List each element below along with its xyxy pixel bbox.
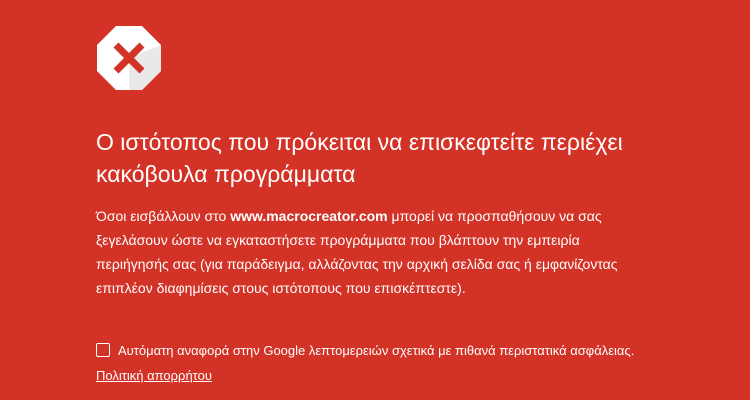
explanation-line-1-end: μπορεί να προσπαθήσουν να σας — [387, 208, 602, 224]
malicious-site-name: www.macrocreator.com — [230, 208, 388, 224]
warning-explanation: Όσοι εισβάλλουν στο www.macrocreator.com… — [96, 204, 716, 300]
report-row: Αυτόματη αναφορά στην Google λεπτομερειώ… — [96, 340, 634, 360]
explanation-line-1-start: Όσοι εισβάλλουν στο — [96, 208, 231, 224]
danger-x-icon — [96, 25, 162, 91]
explanation-line-4: επιπλέον διαφημίσεις στους ιστότοπους πο… — [96, 280, 466, 296]
report-checkbox[interactable] — [96, 343, 110, 357]
page-title-line-2: κακόβουλα προγράμματα — [96, 161, 356, 187]
explanation-line-3: περιήγησής σας (για παράδειγμα, αλλάζοντ… — [96, 256, 618, 272]
page-title: Ο ιστότοπος που πρόκειται να επισκεφτείτ… — [96, 126, 736, 190]
privacy-policy-link[interactable]: Πολιτική απορρήτου — [96, 368, 212, 383]
page-title-line-1: Ο ιστότοπος που πρόκειται να επισκεφτείτ… — [96, 129, 623, 155]
explanation-line-2: ξεγελάσουν ώστε να εγκαταστήσετε προγράμ… — [96, 232, 580, 248]
report-checkbox-label[interactable]: Αυτόματη αναφορά στην Google λεπτομερειώ… — [118, 343, 634, 358]
explanation-line-1: Όσοι εισβάλλουν στο www.macrocreator.com… — [96, 204, 716, 228]
